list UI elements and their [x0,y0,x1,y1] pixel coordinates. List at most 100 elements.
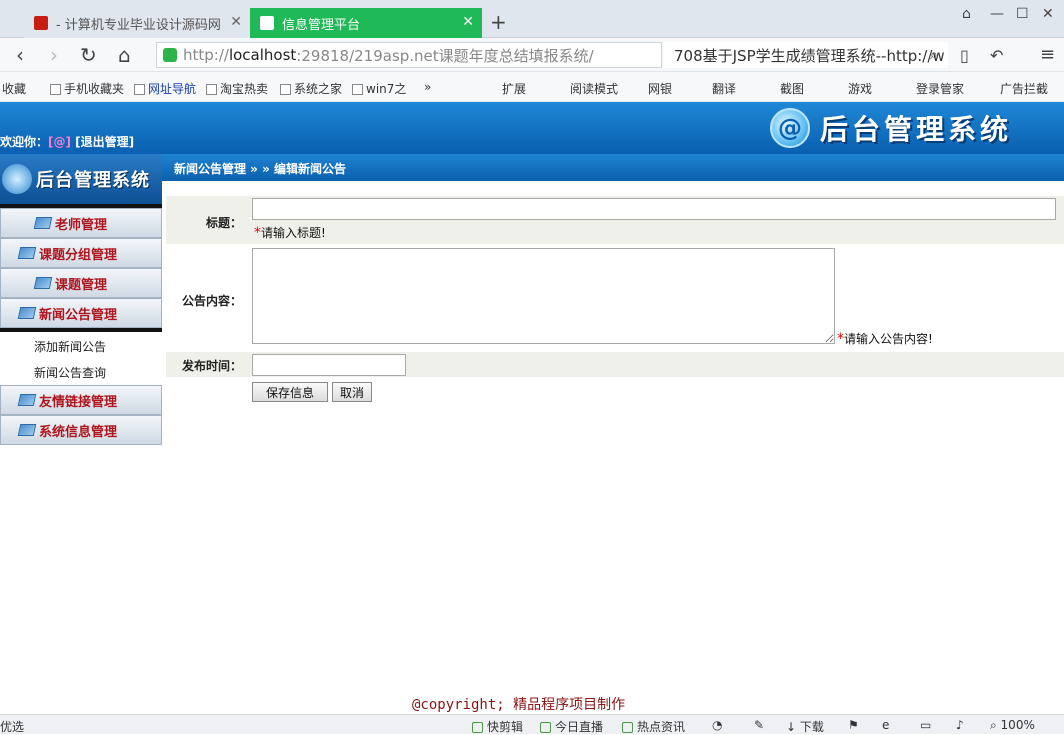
current-user: [@] [48,135,71,149]
home-icon[interactable]: ⌂ [118,43,131,67]
bookmark-item[interactable]: 手机收藏夹 [50,80,124,97]
content-required-hint: *请输入公告内容! [837,330,933,347]
mobile-icon [50,84,61,95]
close-window-icon[interactable]: ✕ [1042,6,1054,22]
status-zoom[interactable]: ⌕ 100% [990,718,1035,733]
toolbar-ad-block[interactable]: 广告拦截 [1000,80,1048,97]
page-icon [134,84,145,95]
phone-icon[interactable]: ▯ [960,46,969,65]
window-icon[interactable]: ▭ [920,718,931,732]
status-news[interactable]: 热点资讯 [622,718,685,735]
url-rest: :29818/219asp.net课题年度总结填报系统/ [296,46,594,65]
sidebar-brand: 后台管理系统 [0,154,162,204]
status-left[interactable]: 优选 [0,718,24,735]
menu-folder-icon [33,217,53,229]
status-download[interactable]: ↓ 下载 [786,718,824,735]
menu-icon[interactable]: ≡ [1040,44,1055,65]
sidebar-item-label: 课题管理 [55,277,108,293]
bookmark-label: win7之 [366,82,407,96]
forward-arrow-icon[interactable]: › [50,43,58,67]
sidebar-item-label: 系统信息管理 [39,424,118,440]
close-tab-icon[interactable]: ✕ [462,14,474,30]
content-hint-text: 请输入公告内容! [844,332,933,346]
search-text: 708基于JSP学生成绩管理系统--http://w [674,46,945,65]
bookmark-item[interactable]: 淘宝热卖 [206,80,268,97]
toolbar-extension[interactable]: 扩展 [502,80,526,97]
undo-icon[interactable]: ↶ [990,46,1003,65]
bookmark-item[interactable]: win7之 [352,80,406,97]
tab-label: 信息管理平台 [282,17,361,33]
browser-address-bar: ‹ › ↻ ⌂ http://localhost:29818/219asp.ne… [0,38,1064,72]
content-textarea[interactable] [252,248,835,344]
download-icon: ↓ [786,720,800,734]
cancel-button[interactable]: 取消 [332,382,372,402]
required-mark: * [837,331,844,347]
speed-icon[interactable]: ◔ [712,718,722,732]
sidebar-item-label: 课题分组管理 [39,247,118,263]
search-icon[interactable]: ⌕ [930,47,938,63]
new-tab-plus-icon[interactable]: + [490,10,507,34]
back-arrow-icon[interactable]: ‹ [16,43,24,67]
page-favicon-icon [260,16,274,30]
reload-icon[interactable]: ↻ [80,43,97,67]
zoom-icon: ⌕ [990,718,1001,732]
menu-folder-icon [17,307,37,319]
time-label: 发布时间： [181,359,242,373]
toolbar-translate[interactable]: 翻译 [712,80,736,97]
bookmark-label: 系统之家 [294,82,343,96]
zoom-value: 100% [1000,718,1035,732]
browser-tab-active[interactable]: 信息管理平台 ✕ [250,8,482,38]
save-button[interactable]: 保存信息 [252,382,328,402]
flag-icon[interactable]: ⚑ [848,718,859,732]
pin-icon[interactable]: ✎ [754,718,764,732]
toolbar-games[interactable]: 游戏 [848,80,872,97]
browser-search-input[interactable]: 708基于JSP学生成绩管理系统--http://w [664,42,948,68]
submenu-query-news[interactable]: 新闻公告查询 [34,364,106,381]
bookmark-item[interactable]: 系统之家 [280,80,342,97]
bookmarks-bar: 收藏 手机收藏夹 网址导航 淘宝热卖 系统之家 win7之 » 扩展 阅读模式 … [0,72,1064,102]
minimize-icon[interactable]: — [990,6,1004,22]
menu-folder-icon [17,247,37,259]
video-icon [472,722,483,733]
sidebar-item-label: 老师管理 [55,217,108,233]
title-input[interactable] [252,198,1056,220]
url-input[interactable]: http://localhost:29818/219asp.net课题年度总结填… [156,42,662,68]
more-bookmarks-icon[interactable]: » [424,80,431,94]
bookmark-label: 手机收藏夹 [64,82,125,96]
status-label: 快剪辑 [487,720,524,734]
sidebar-item-news[interactable]: 新闻公告管理 [0,298,162,328]
toolbar-login-manager[interactable]: 登录管家 [916,80,964,97]
sidebar-item-links[interactable]: 友情链接管理 [0,385,162,415]
sidebar-item-label: 新闻公告管理 [39,307,118,323]
site-favicon-icon [34,16,48,30]
title-required-hint: *请输入标题! [254,224,326,241]
url-host: localhost [228,46,297,64]
sound-icon[interactable]: ♪ [956,718,964,732]
toolbar-bank[interactable]: 网银 [648,80,672,97]
bookmark-item[interactable]: 网址导航 [134,80,196,97]
status-label: 今日直播 [555,720,604,734]
maximize-icon[interactable]: ☐ [1016,6,1029,22]
submenu-add-news[interactable]: 添加新闻公告 [34,338,106,355]
brand-emblem-icon [2,164,32,194]
sidebar-item-topic[interactable]: 课题管理 [0,268,162,298]
status-quick-edit[interactable]: 快剪辑 [472,718,523,735]
publish-time-input[interactable] [252,354,406,376]
bookmark-label: 淘宝热卖 [220,82,269,96]
browser-status-bar: 优选 快剪辑 今日直播 热点资讯 ◔ ✎ ↓ 下载 ⚑ e ▭ ♪ ⌕ 100% [0,714,1064,734]
sidebar-item-teacher[interactable]: 老师管理 [0,208,162,238]
browser-tab-source-site[interactable]: - 计算机专业毕业设计源码网 ✕ [24,8,250,38]
status-live[interactable]: 今日直播 [540,718,603,735]
secure-shield-icon [163,48,177,62]
ie-icon[interactable]: e [882,718,889,732]
news-icon [622,722,633,733]
logout-link[interactable]: [退出管理] [75,135,134,149]
bookmark-item[interactable]: 收藏 [2,80,26,97]
toolbar-screenshot[interactable]: 截图 [780,80,804,97]
skin-icon[interactable]: ⌂ [962,6,971,22]
sidebar-item-topic-group[interactable]: 课题分组管理 [0,238,162,268]
close-tab-icon[interactable]: ✕ [230,14,242,30]
sidebar-item-system[interactable]: 系统信息管理 [0,415,162,445]
url-prefix: http:// [183,46,229,64]
toolbar-reader-mode[interactable]: 阅读模式 [570,80,618,97]
